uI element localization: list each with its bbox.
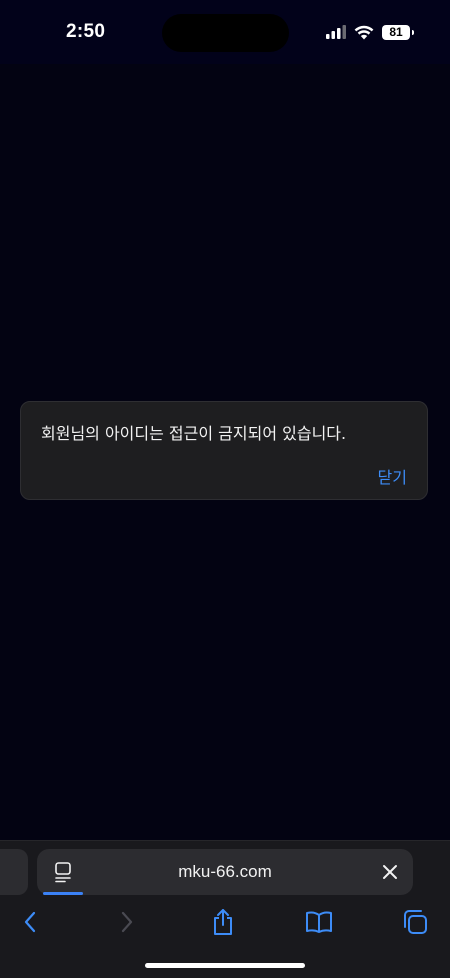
share-button[interactable]	[208, 907, 238, 937]
book-icon	[306, 911, 332, 933]
home-indicator[interactable]	[145, 963, 305, 968]
previous-tab-preview[interactable]	[0, 849, 28, 895]
tabs-icon	[404, 910, 427, 934]
url-text[interactable]: mku-66.com	[37, 862, 413, 882]
status-icons: 81	[326, 22, 414, 42]
wifi-icon	[354, 25, 374, 39]
alert-dialog: 회원님의 아이디는 접근이 금지되어 있습니다. 닫기	[20, 401, 428, 500]
status-time: 2:50	[66, 21, 106, 42]
page-load-indicator	[43, 892, 83, 895]
close-icon[interactable]	[381, 863, 399, 881]
share-icon	[214, 909, 232, 935]
status-bar: 2:50 81	[0, 0, 450, 64]
cellular-signal-icon	[326, 25, 346, 39]
chevron-right-icon	[121, 911, 133, 933]
dynamic-island	[162, 14, 289, 52]
battery-nub	[412, 29, 414, 35]
browser-toolbar: mku-66.com	[0, 840, 450, 978]
bookmarks-button[interactable]	[304, 907, 334, 937]
dialog-message: 회원님의 아이디는 접근이 금지되어 있습니다.	[41, 424, 347, 443]
battery-indicator: 81	[382, 24, 414, 40]
tabs-button[interactable]	[400, 907, 430, 937]
address-bar[interactable]: mku-66.com	[37, 849, 413, 895]
chevron-left-icon	[24, 911, 36, 933]
battery-level: 81	[389, 25, 403, 39]
forward-button[interactable]	[112, 907, 142, 937]
dialog-close-button[interactable]: 닫기	[378, 464, 407, 488]
back-button[interactable]	[15, 907, 45, 937]
